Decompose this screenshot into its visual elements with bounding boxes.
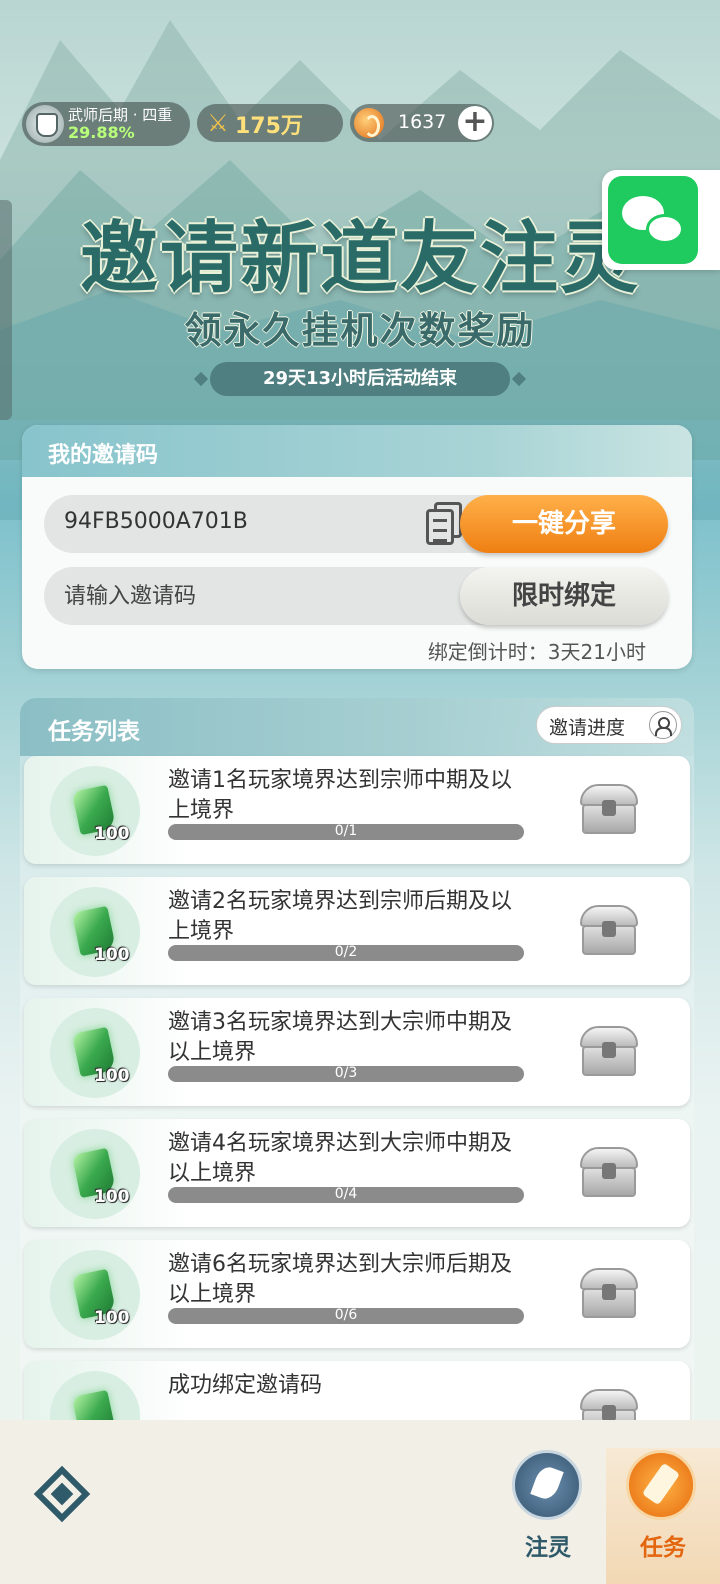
reward-icon-bg [50,1371,140,1420]
treasure-chest-icon[interactable] [580,1389,638,1420]
task-progress-bar: 0/2 [168,944,524,961]
reward-count: 100 [94,1187,130,1207]
task-progress-text: 0/2 [334,944,358,960]
tab-zhuling-label: 注灵 [525,1535,571,1561]
currency-display: 1637 + [350,104,494,142]
player-rank-badge[interactable]: 武师后期 · 四重 29.88% [22,102,190,146]
tab-tasks-label: 任务 [640,1535,686,1561]
task-progress-bar: 0/1 [168,823,524,840]
task-description: 邀请2名玩家境界达到宗师后期及以上境界 [168,889,512,944]
event-subtitle: 领永久挂机次数奖励 [184,309,536,352]
logo-icon [24,1465,98,1530]
scroll-icon [626,1450,696,1520]
task-description: 成功绑定邀请码 [168,1373,323,1398]
bind-button[interactable]: 限时绑定 [460,567,668,625]
treasure-chest-icon[interactable] [580,1147,638,1199]
power-display: ⚔ 175万 [197,104,343,142]
task-description: 邀请6名玩家境界达到大宗师后期及以上境界 [168,1252,512,1307]
bind-countdown: 绑定倒计时：3天21小时 [427,640,646,664]
treasure-chest-icon[interactable] [580,1268,638,1320]
plus-icon[interactable]: + [458,106,492,140]
task-progress-bar: 0/4 [168,1186,524,1203]
task-progress-text: 0/3 [334,1065,358,1081]
task-row[interactable]: 100 邀请6名玩家境界达到大宗师后期及以上境界 0/6 [24,1240,690,1348]
reward-count: 100 [94,945,130,965]
leaf-icon [512,1450,582,1520]
treasure-chest-icon[interactable] [580,784,638,836]
copy-icon[interactable] [426,502,462,546]
wechat-icon [608,176,698,264]
treasure-chest-icon[interactable] [580,905,638,957]
rank-title: 武师后期 · 四重 [68,106,173,124]
wechat-share-button[interactable] [602,170,720,270]
reward-icon-bg: 100 [50,1129,140,1219]
card-title: 我的邀请码 [48,443,159,468]
task-list-header: 任务列表 邀请进度 [20,698,694,756]
share-button[interactable]: 一键分享 [460,495,668,553]
task-list-title: 任务列表 [48,719,140,745]
tab-zhuling[interactable]: 注灵 [498,1448,598,1578]
event-timer: 29天13小时后活动结束 [210,362,510,396]
reward-icon-bg: 100 [50,887,140,977]
task-description: 邀请3名玩家境界达到大宗师中期及以上境界 [168,1010,512,1065]
task-progress-bar: 0/3 [168,1065,524,1082]
task-description: 邀请4名玩家境界达到大宗师中期及以上境界 [168,1131,512,1186]
invite-progress-label: 邀请进度 [549,717,626,739]
task-row[interactable]: 100 邀请3名玩家境界达到大宗师中期及以上境界 0/3 [24,998,690,1106]
task-row[interactable]: 100 邀请4名玩家境界达到大宗师中期及以上境界 0/4 [24,1119,690,1227]
jade-gem-icon [71,1389,117,1420]
invite-code-card: 我的邀请码 94FB5000A701B 一键分享 限时绑定 绑定倒计时：3天21… [22,425,692,669]
task-row[interactable]: 成功绑定邀请码 [24,1361,690,1420]
rank-progress: 29.88% [68,123,135,142]
reward-count: 100 [94,1066,130,1086]
invite-code-input[interactable] [64,579,444,613]
coin-icon [354,108,384,138]
reward-icon-bg: 100 [50,1250,140,1340]
sword-icon: ⚔ [207,109,229,137]
treasure-chest-icon[interactable] [580,1026,638,1078]
reward-icon-bg: 100 [50,1008,140,1098]
invite-progress-button[interactable]: 邀请进度 [536,706,682,744]
task-row[interactable]: 100 邀请2名玩家境界达到宗师后期及以上境界 0/2 [24,877,690,985]
reward-count: 100 [94,824,130,844]
tab-tasks[interactable]: 任务 [606,1448,720,1584]
add-user-icon [649,711,677,739]
task-description: 邀请1名玩家境界达到宗师中期及以上境界 [168,768,512,823]
reward-icon-bg: 100 [50,766,140,856]
task-progress-bar: 0/6 [168,1307,524,1324]
card-header: 我的邀请码 [22,425,692,477]
task-progress-text: 0/1 [334,823,358,839]
bottom-nav: 注灵 任务 [0,1420,720,1584]
task-list-panel[interactable]: 任务列表 邀请进度 100 邀请1名玩家境界达到宗师中期及以上境界 0/1 100 邀请… [20,698,694,1420]
power-value: 175万 [235,114,303,139]
task-progress-text: 0/4 [334,1186,358,1202]
task-row[interactable]: 100 邀请1名玩家境界达到宗师中期及以上境界 0/1 [24,756,690,864]
avatar-icon [26,105,64,143]
reward-count: 100 [94,1308,130,1328]
currency-value: 1637 [398,111,447,133]
task-progress-text: 0/6 [334,1307,358,1323]
invite-code-value: 94FB5000A701B [64,509,248,534]
